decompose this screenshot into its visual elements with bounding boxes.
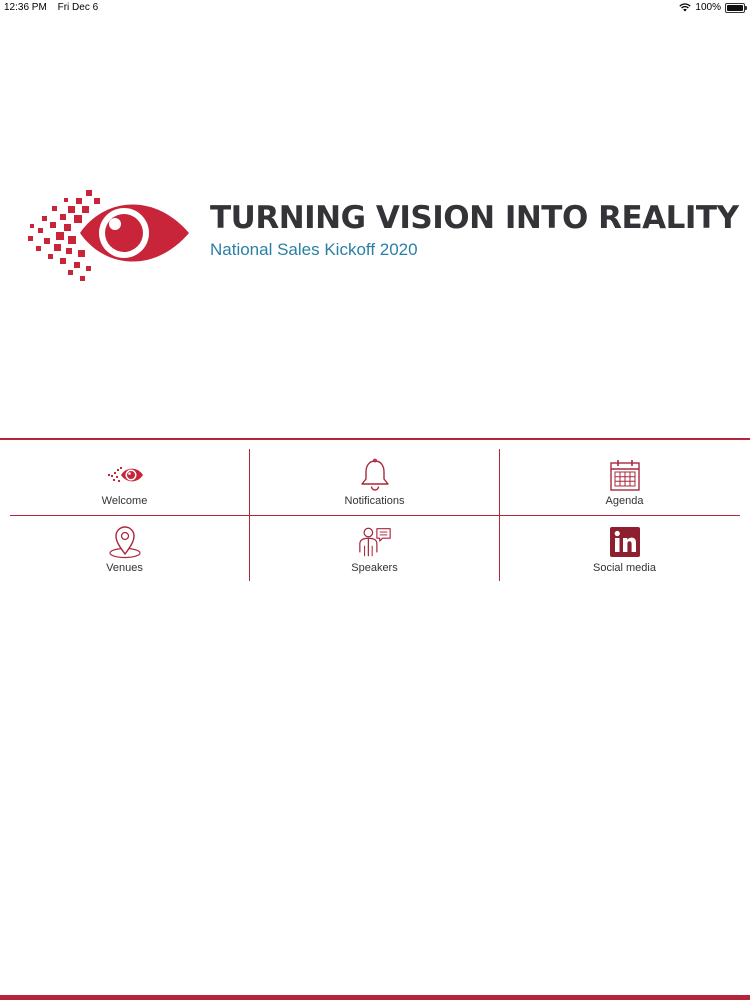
menu-item-notifications[interactable]: Notifications xyxy=(250,449,499,515)
menu-item-speakers[interactable]: Speakers xyxy=(250,516,499,582)
battery-icon xyxy=(725,2,747,13)
menu-item-welcome[interactable]: Welcome xyxy=(0,449,249,515)
battery-fill xyxy=(727,4,743,11)
menu-item-label: Venues xyxy=(106,562,143,574)
menu-item-label: Speakers xyxy=(351,562,398,574)
hero-banner: TURNING VISION INTO REALITY National Sal… xyxy=(0,170,750,290)
menu-grid: Welcome Notifications Agenda Venues Spea… xyxy=(0,449,750,581)
calendar-icon xyxy=(607,458,643,492)
menu-item-label: Welcome xyxy=(101,495,148,507)
menu-item-agenda[interactable]: Agenda xyxy=(500,449,749,515)
status-right: 100% xyxy=(679,2,747,13)
battery-percent: 100% xyxy=(695,2,721,13)
eye-icon xyxy=(107,458,143,492)
bottom-accent-bar xyxy=(0,995,750,1000)
pixel-eye-logo xyxy=(28,190,189,281)
menu-top-divider xyxy=(0,438,750,440)
linkedin-icon xyxy=(607,525,643,559)
wifi-icon xyxy=(679,3,692,12)
speaker-icon xyxy=(357,525,393,559)
hero-title: TURNING VISION INTO REALITY xyxy=(210,200,739,236)
bell-icon xyxy=(357,458,393,492)
menu-item-label: Social media xyxy=(593,562,656,574)
map-pin-icon xyxy=(107,525,143,559)
menu-item-social-media[interactable]: Social media xyxy=(500,516,749,582)
menu-item-label: Notifications xyxy=(344,495,405,507)
menu-item-label: Agenda xyxy=(605,495,644,507)
status-left: 12:36 PM Fri Dec 6 xyxy=(4,2,98,13)
status-date: Fri Dec 6 xyxy=(57,2,99,13)
menu-item-venues[interactable]: Venues xyxy=(0,516,249,582)
hero-subtitle: National Sales Kickoff 2020 xyxy=(210,240,418,259)
status-time: 12:36 PM xyxy=(4,2,47,13)
status-bar: 12:36 PM Fri Dec 6 100% xyxy=(0,0,750,16)
